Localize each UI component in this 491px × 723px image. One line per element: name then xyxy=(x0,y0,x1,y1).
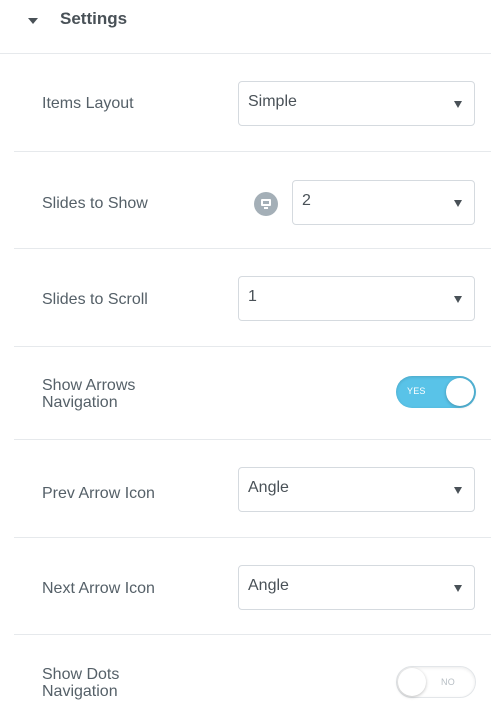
slides-to-scroll-row: Slides to Scroll 1 xyxy=(14,249,491,347)
items-layout-label: Items Layout xyxy=(42,95,134,112)
prev-arrow-icon-select[interactable]: Angle xyxy=(238,467,475,512)
slides-to-scroll-value: 1 xyxy=(248,288,257,305)
dropdown-arrow-icon xyxy=(454,296,462,303)
show-arrows-label: Show Arrows Navigation xyxy=(42,377,136,411)
toggle-yes-text: YES xyxy=(407,386,426,396)
toggle-no-text: NO xyxy=(441,677,455,687)
items-layout-select[interactable]: Simple xyxy=(238,81,475,126)
toggle-knob xyxy=(398,668,426,696)
toggle-knob xyxy=(446,378,474,406)
items-layout-row: Items Layout Simple xyxy=(14,54,491,152)
dropdown-arrow-icon xyxy=(454,487,462,494)
dropdown-arrow-icon xyxy=(454,200,462,207)
prev-arrow-icon-row: Prev Arrow Icon Angle xyxy=(14,440,491,538)
show-arrows-row: Show Arrows Navigation YES xyxy=(14,347,491,440)
slides-to-show-select[interactable]: 2 xyxy=(292,180,475,225)
desktop-icon[interactable] xyxy=(254,192,278,216)
slides-to-scroll-select[interactable]: 1 xyxy=(238,276,475,321)
section-title[interactable]: Settings xyxy=(60,9,127,29)
caret-down-icon[interactable] xyxy=(28,18,38,24)
dropdown-arrow-icon xyxy=(454,101,462,108)
prev-arrow-icon-value: Angle xyxy=(248,479,289,496)
next-arrow-icon-value: Angle xyxy=(248,577,289,594)
prev-arrow-icon-label: Prev Arrow Icon xyxy=(42,485,155,502)
show-dots-row: Show Dots Navigation NO xyxy=(14,635,491,723)
slides-to-show-label: Slides to Show xyxy=(42,195,148,212)
items-layout-value: Simple xyxy=(248,93,297,110)
next-arrow-icon-row: Next Arrow Icon Angle xyxy=(14,538,491,635)
show-dots-label: Show Dots Navigation xyxy=(42,666,120,700)
show-arrows-toggle[interactable]: YES xyxy=(396,376,476,408)
next-arrow-icon-label: Next Arrow Icon xyxy=(42,580,155,597)
slides-to-show-row: Slides to Show 2 xyxy=(14,152,491,249)
slides-to-show-value: 2 xyxy=(302,192,311,209)
next-arrow-icon-select[interactable]: Angle xyxy=(238,565,475,610)
slides-to-scroll-label: Slides to Scroll xyxy=(42,291,148,308)
dropdown-arrow-icon xyxy=(454,585,462,592)
show-dots-toggle[interactable]: NO xyxy=(396,666,476,698)
settings-section-header[interactable]: Settings xyxy=(0,0,491,54)
settings-panel: Settings Items Layout Simple Slides to S… xyxy=(0,0,491,723)
